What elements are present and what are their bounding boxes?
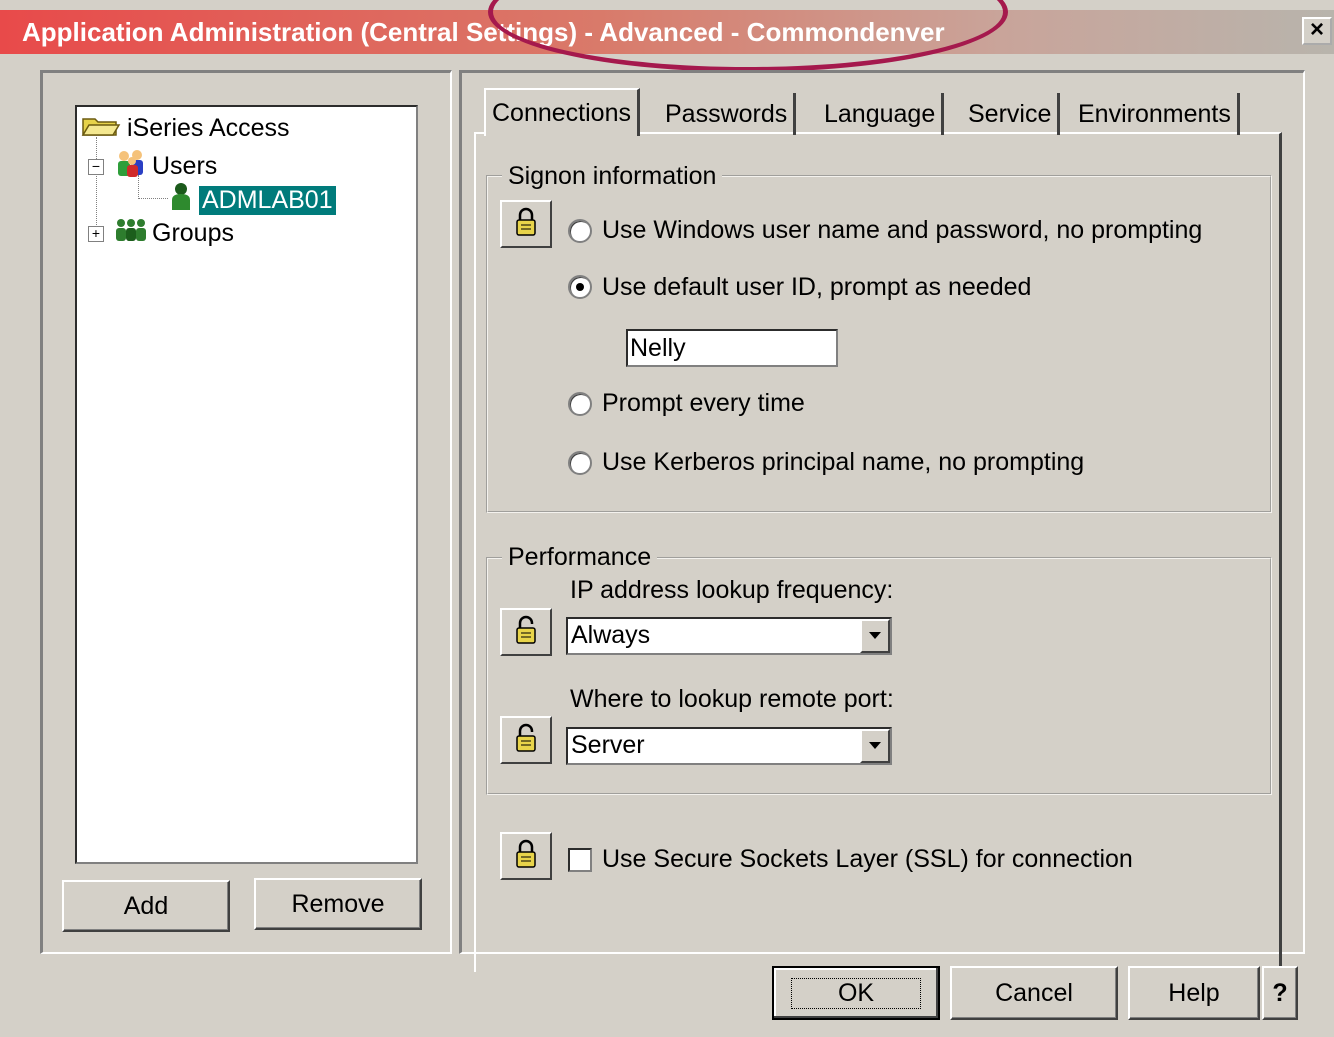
ip-lookup-label: IP address lookup frequency:: [570, 576, 894, 604]
lock-closed-icon: [515, 207, 537, 242]
tree-label-users: Users: [152, 152, 218, 180]
expand-icon[interactable]: +: [88, 225, 104, 242]
remote-port-value: Server: [571, 731, 645, 759]
ok-button-label: OK: [790, 977, 922, 1009]
ssl-lock-button[interactable]: [500, 832, 552, 880]
option-kerberos-label: Use Kerberos principal name, no promptin…: [602, 448, 1085, 476]
tree-item-groups[interactable]: + Groups: [88, 217, 234, 250]
tree-item-iseries-access[interactable]: iSeries Access: [81, 113, 290, 144]
option-prompt-every-time-label: Prompt every time: [602, 389, 805, 417]
ssl-label: Use Secure Sockets Layer (SSL) for conne…: [602, 845, 1133, 873]
close-button[interactable]: ×: [1302, 17, 1332, 45]
tree-label-root: iSeries Access: [127, 114, 290, 142]
remove-button[interactable]: Remove: [254, 878, 422, 930]
users-icon: [114, 148, 148, 185]
lock-open-icon: [515, 615, 537, 650]
tab-environments[interactable]: Environments: [1072, 93, 1240, 135]
lock-open-icon: [515, 723, 537, 758]
remote-port-lock-button[interactable]: [500, 716, 552, 764]
signon-lock-button[interactable]: [500, 200, 552, 248]
ip-lookup-select[interactable]: Always: [566, 617, 892, 655]
tree-label-groups: Groups: [152, 219, 234, 247]
folder-icon: [81, 113, 121, 144]
radio-windows-user[interactable]: [568, 219, 592, 243]
add-button[interactable]: Add: [62, 880, 230, 932]
chevron-down-icon[interactable]: [860, 619, 890, 653]
whats-this-button[interactable]: ?: [1262, 966, 1298, 1020]
tab-passwords[interactable]: Passwords: [659, 93, 797, 135]
radio-prompt-every-time[interactable]: [568, 392, 592, 416]
tree-view[interactable]: iSeries Access − Users ADMLAB01 + Groups: [75, 105, 418, 864]
tree-connector: [138, 198, 168, 199]
lock-closed-icon: [515, 839, 537, 874]
signon-label: Signon information: [502, 162, 723, 191]
radio-default-user-id[interactable]: [568, 275, 592, 299]
ip-lookup-value: Always: [571, 621, 651, 649]
help-button[interactable]: Help: [1128, 966, 1260, 1020]
radio-kerberos[interactable]: [568, 451, 592, 475]
collapse-icon[interactable]: −: [88, 158, 104, 175]
ip-lookup-lock-button[interactable]: [500, 608, 552, 656]
groups-icon: [114, 217, 148, 250]
tree-label-selected-user: ADMLAB01: [199, 186, 336, 215]
tab-language[interactable]: Language: [818, 93, 945, 135]
option-default-user-id-label: Use default user ID, prompt as needed: [602, 273, 1032, 301]
performance-label: Performance: [502, 543, 658, 572]
cancel-button[interactable]: Cancel: [950, 966, 1118, 1020]
chevron-down-icon[interactable]: [860, 729, 890, 763]
remote-port-label: Where to lookup remote port:: [570, 685, 894, 713]
user-icon: [169, 182, 193, 219]
remote-port-select[interactable]: Server: [566, 727, 892, 765]
highlight-circle: [488, 0, 1008, 72]
tab-connections[interactable]: Connections: [484, 88, 640, 136]
tab-service[interactable]: Service: [962, 93, 1061, 135]
ok-button[interactable]: OK: [772, 966, 940, 1020]
ssl-checkbox[interactable]: [568, 848, 592, 872]
option-windows-user-label: Use Windows user name and password, no p…: [602, 216, 1203, 244]
tree-item-users[interactable]: − Users: [88, 148, 217, 185]
tree-item-admlab01[interactable]: ADMLAB01: [169, 182, 336, 219]
default-user-id-field[interactable]: Nelly: [626, 329, 838, 367]
